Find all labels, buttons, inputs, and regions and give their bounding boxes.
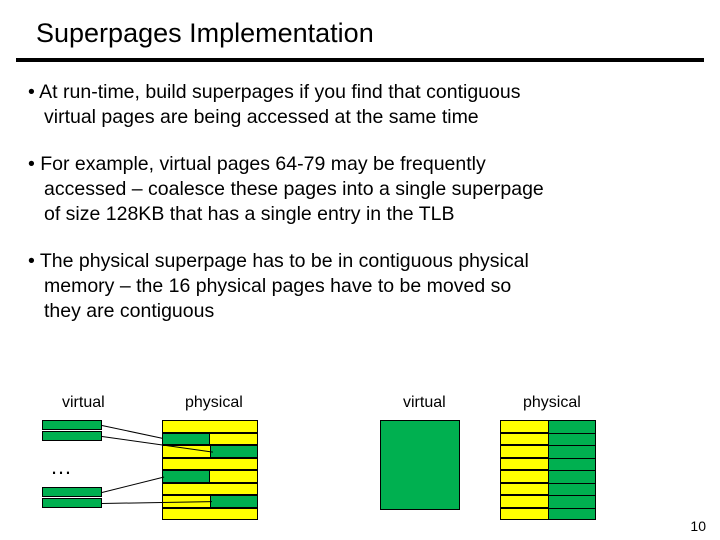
right-contig-divider <box>548 508 596 509</box>
ellipsis-icon: … <box>50 454 75 480</box>
left-virtual-page <box>42 487 102 497</box>
bullet-3: • The physical superpage has to be in co… <box>24 249 696 324</box>
right-contig-divider <box>548 483 596 484</box>
bullet-3-line-2: memory – the 16 physical pages have to b… <box>28 274 696 299</box>
bullet-1-line-2: virtual pages are being accessed at the … <box>28 105 696 130</box>
left-physical-cell <box>162 508 258 521</box>
label-physical-left: physical <box>185 394 243 412</box>
bullet-2: • For example, virtual pages 64-79 may b… <box>24 152 696 227</box>
right-contig-divider <box>548 495 596 496</box>
left-physical-cell <box>162 483 258 496</box>
bullet-2-line-3: of size 128KB that has a single entry in… <box>28 202 696 227</box>
bullet-2-line-1: • For example, virtual pages 64-79 may b… <box>28 152 696 177</box>
left-physical-cell <box>162 420 258 433</box>
page-number: 10 <box>690 518 706 534</box>
left-virtual-page <box>42 498 102 508</box>
mapping-line <box>102 477 164 493</box>
left-mapped-page <box>210 445 258 458</box>
right-contig-divider <box>548 470 596 471</box>
bullet-1-line-1: • At run-time, build superpages if you f… <box>28 80 696 105</box>
left-virtual-page <box>42 420 102 430</box>
left-mapped-page <box>162 470 210 483</box>
bullet-3-line-3: they are contiguous <box>28 299 696 324</box>
right-contig-divider <box>548 458 596 459</box>
diagram-area: virtual physical virtual physical … <box>0 394 720 530</box>
bullet-3-line-1: • The physical superpage has to be in co… <box>28 249 696 274</box>
slide-body: • At run-time, build superpages if you f… <box>0 62 720 324</box>
slide-title: Superpages Implementation <box>0 0 720 55</box>
left-physical-cell <box>162 458 258 471</box>
label-virtual-left: virtual <box>62 394 105 412</box>
left-mapped-page <box>210 495 258 508</box>
right-virtual-superpage <box>380 420 460 510</box>
right-contig-divider <box>548 445 596 446</box>
bullet-1: • At run-time, build superpages if you f… <box>24 80 696 130</box>
label-physical-right: physical <box>523 394 581 412</box>
left-mapped-page <box>162 433 210 446</box>
label-virtual-right: virtual <box>403 394 446 412</box>
bullet-2-line-2: accessed – coalesce these pages into a s… <box>28 177 696 202</box>
right-contig-divider <box>548 433 596 434</box>
left-virtual-page <box>42 431 102 441</box>
